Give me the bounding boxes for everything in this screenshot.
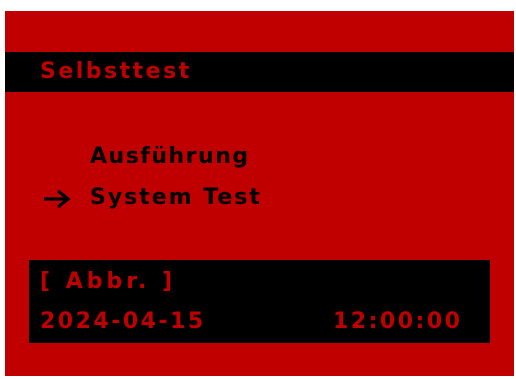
time-display: 12:00:00 — [333, 309, 463, 334]
menu-item-system-test[interactable]: System Test — [90, 185, 262, 211]
device-screen: Selbsttest Ausführung System Test [ Abbr… — [5, 11, 514, 376]
page-title: Selbsttest — [40, 59, 192, 84]
menu-item-ausfuehrung[interactable]: Ausführung — [90, 144, 250, 170]
arrow-right-icon — [44, 189, 71, 209]
title-bar: Selbsttest — [5, 52, 514, 92]
date-display: 2024-04-15 — [40, 309, 206, 334]
status-panel: [ Abbr. ] 2024-04-15 12:00:00 — [29, 260, 490, 343]
abort-softkey[interactable]: [ Abbr. ] — [40, 269, 176, 295]
